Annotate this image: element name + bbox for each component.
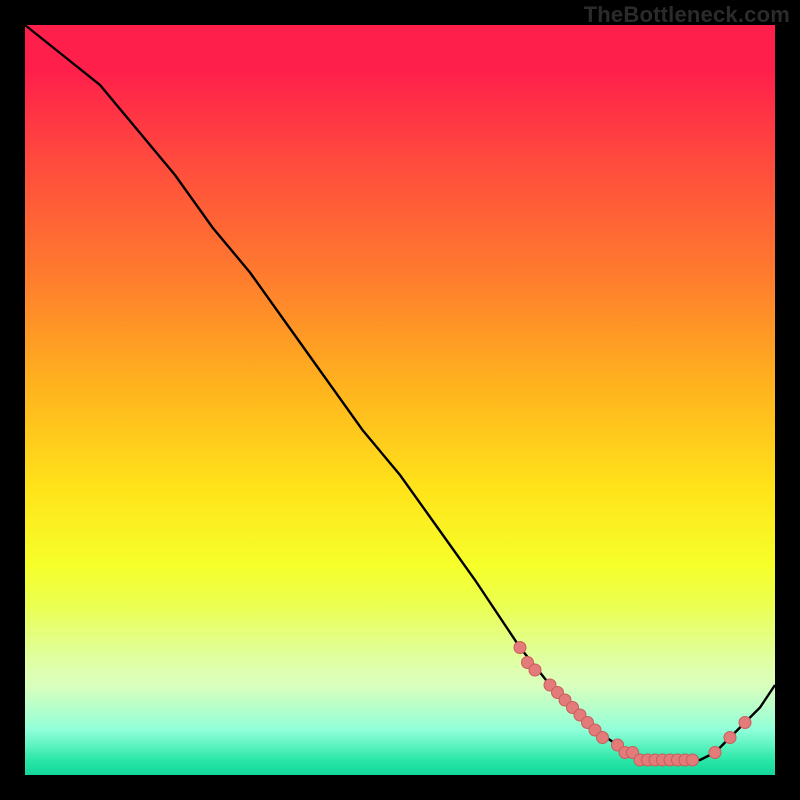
- flat-region-markers: [514, 642, 751, 767]
- plot-area: [25, 25, 775, 775]
- chart-svg: [25, 25, 775, 775]
- watermark-text: TheBottleneck.com: [584, 2, 790, 28]
- marker-dot: [597, 732, 609, 744]
- chart-frame: TheBottleneck.com: [0, 0, 800, 800]
- marker-dot: [514, 642, 526, 654]
- bottleneck-curve: [25, 25, 775, 760]
- marker-dot: [687, 754, 699, 766]
- marker-dot: [739, 717, 751, 729]
- marker-dot: [709, 747, 721, 759]
- marker-dot: [529, 664, 541, 676]
- marker-dot: [724, 732, 736, 744]
